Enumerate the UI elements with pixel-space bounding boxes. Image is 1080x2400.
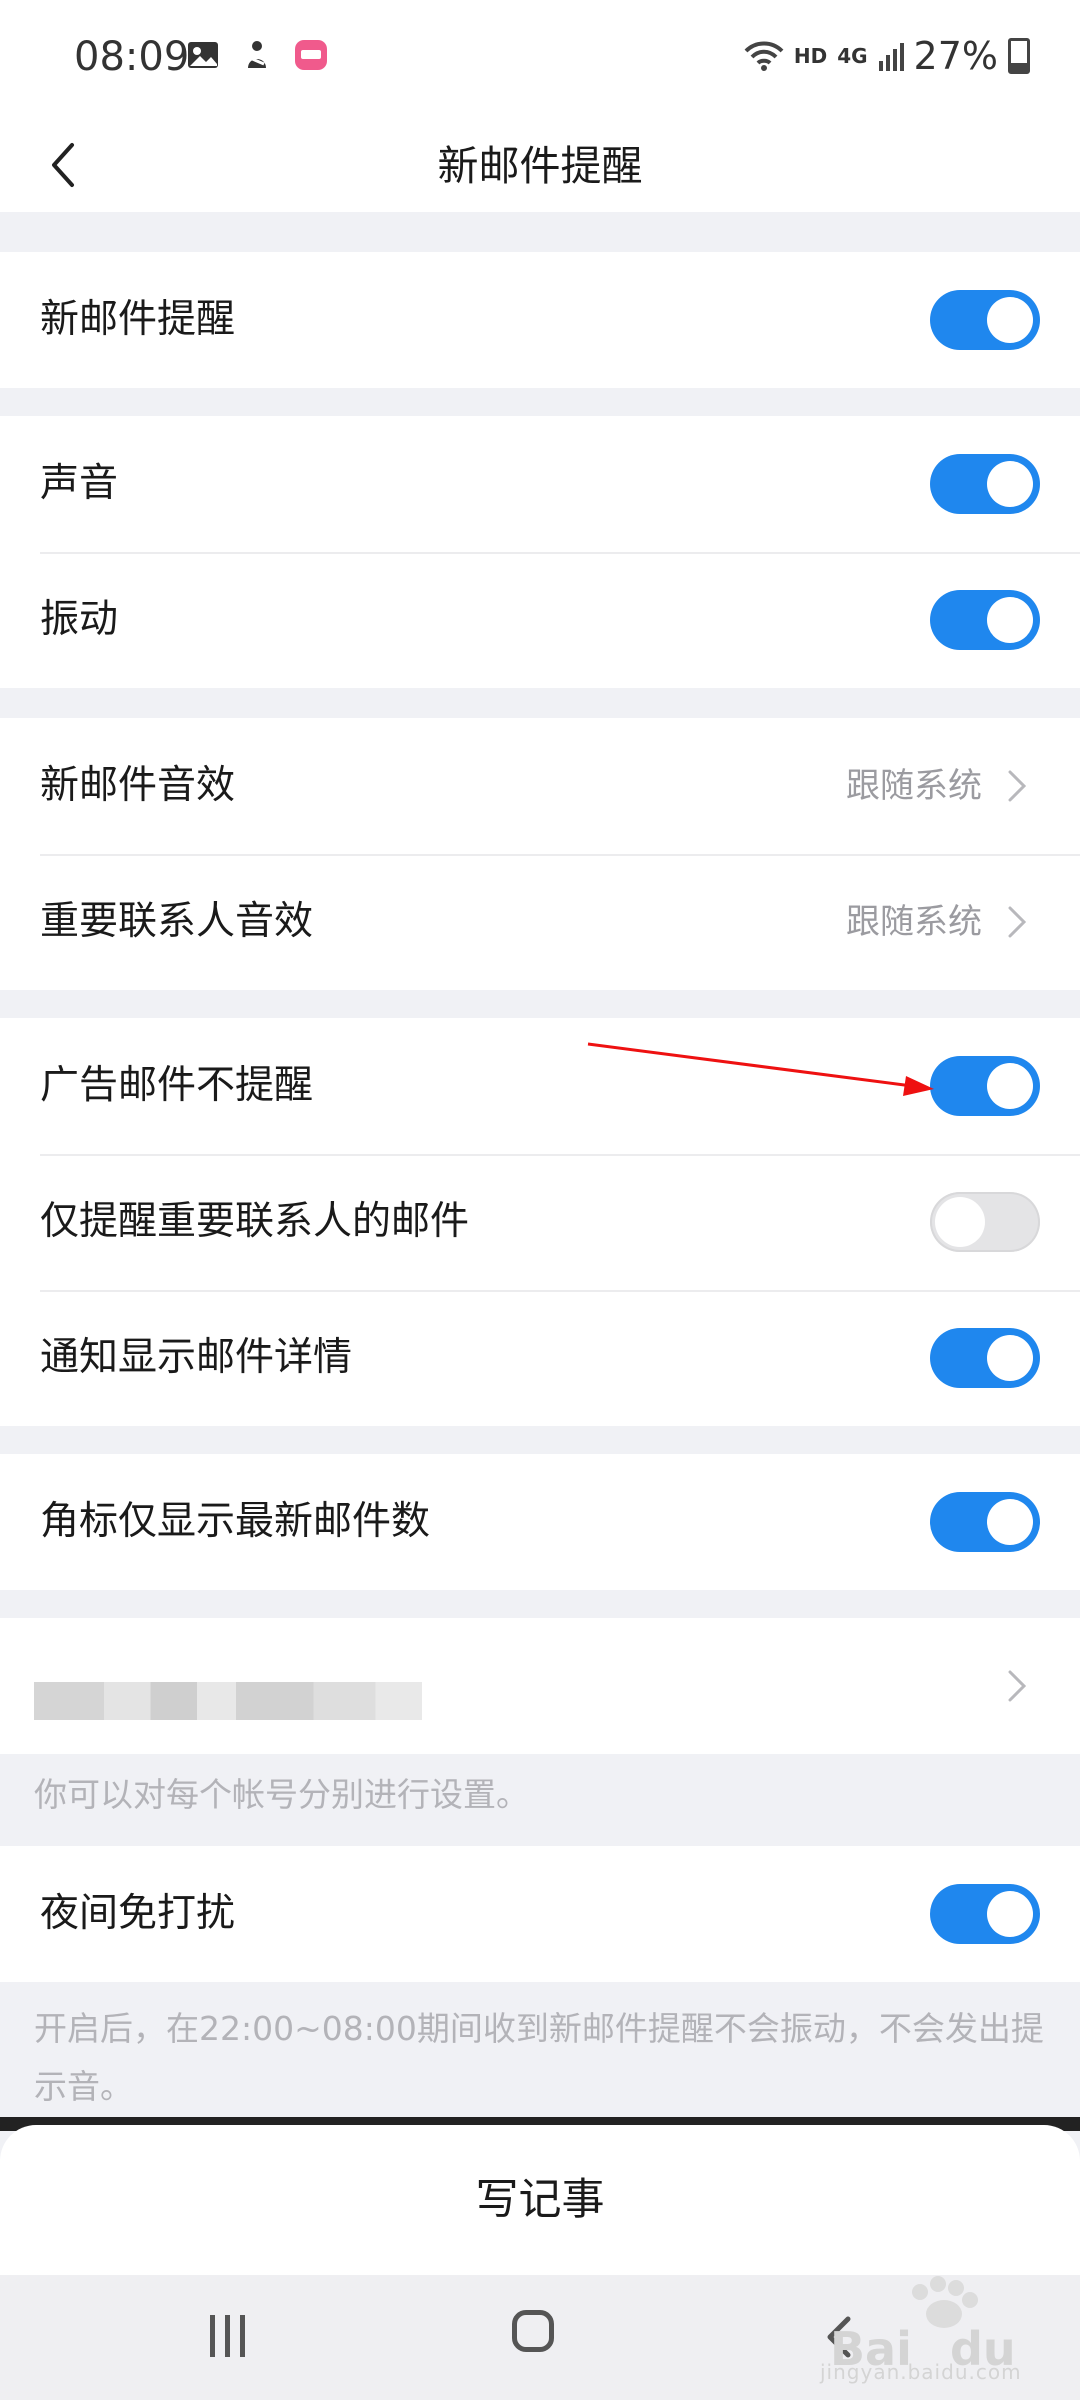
setting-row-vip-sound[interactable]: 重要联系人音效 跟随系统 (0, 854, 1080, 990)
status-time: 08:09 (74, 34, 190, 80)
group-new-mail: 新邮件提醒 (0, 252, 1080, 388)
setting-label: 通知显示邮件详情 (40, 1335, 353, 1380)
show-details-toggle[interactable] (930, 1328, 1040, 1388)
battery-icon (1008, 38, 1030, 74)
status-right: HD 4G 27% (744, 34, 1030, 78)
pink-app-icon (295, 40, 327, 70)
setting-label: 新邮件提醒 (40, 297, 236, 342)
setting-row-new-mail-sound[interactable]: 新邮件音效 跟随系统 (0, 718, 1080, 854)
setting-label: 广告邮件不提醒 (40, 1063, 314, 1108)
gallery-icon (188, 42, 218, 68)
status-bar: 08:09 HD 4G 27% (0, 0, 1080, 120)
setting-row-vibrate[interactable]: 振动 (0, 552, 1080, 688)
setting-row-new-mail-alert[interactable]: 新邮件提醒 (0, 252, 1080, 388)
setting-row-ad-mail[interactable]: 广告邮件不提醒 (0, 1018, 1080, 1154)
setting-label: 新邮件音效 (40, 763, 236, 808)
recent-apps-button[interactable] (210, 2315, 252, 2357)
network-indicator: 4G (837, 44, 868, 68)
vibrate-toggle[interactable] (930, 590, 1040, 650)
status-notification-icons (186, 38, 328, 72)
group-night: 夜间免打扰 (0, 1846, 1080, 1982)
chevron-right-icon (1008, 770, 1027, 802)
back-button[interactable] (28, 130, 98, 200)
group-badge: 角标仅显示最新邮件数 (0, 1454, 1080, 1590)
battery-percent: 27% (913, 34, 998, 78)
hd-indicator: HD (793, 44, 828, 68)
signal-icon (878, 43, 904, 71)
setting-row-sound[interactable]: 声音 (0, 416, 1080, 552)
group-account (0, 1618, 1080, 1754)
setting-row-vip-only[interactable]: 仅提醒重要联系人的邮件 (0, 1154, 1080, 1290)
setting-row-account[interactable] (0, 1618, 1080, 1754)
setting-label: 声音 (40, 461, 119, 506)
group-sound-effects: 新邮件音效 跟随系统 重要联系人音效 跟随系统 (0, 718, 1080, 990)
chevron-right-icon (1008, 1670, 1027, 1702)
ad-mail-no-alert-toggle[interactable] (930, 1056, 1040, 1116)
setting-label: 振动 (40, 597, 119, 642)
vip-only-toggle[interactable] (930, 1192, 1040, 1252)
app-icon (248, 41, 266, 68)
blurred-account-name (34, 1682, 422, 1720)
group-filters: 广告邮件不提醒 仅提醒重要联系人的邮件 通知显示邮件详情 (0, 1018, 1080, 1426)
setting-label: 仅提醒重要联系人的邮件 (40, 1199, 470, 1244)
wifi-icon (744, 41, 784, 71)
setting-label: 夜间免打扰 (40, 1891, 236, 1936)
group-sound-vibrate: 声音 振动 (0, 416, 1080, 688)
setting-value: 跟随系统 (846, 902, 982, 942)
sound-toggle[interactable] (930, 454, 1040, 514)
chevron-right-icon (1008, 906, 1027, 938)
setting-row-night-dnd[interactable]: 夜间免打扰 (0, 1846, 1080, 1982)
night-dnd-toggle[interactable] (930, 1884, 1040, 1944)
new-mail-alert-toggle[interactable] (930, 290, 1040, 350)
setting-row-badge[interactable]: 角标仅显示最新邮件数 (0, 1454, 1080, 1590)
badge-latest-toggle[interactable] (930, 1492, 1040, 1552)
chevron-left-icon (52, 143, 74, 187)
home-button[interactable] (512, 2310, 554, 2352)
watermark-url: jingyan.baidu.com (820, 2360, 1022, 2384)
write-note-button[interactable]: 写记事 (0, 2125, 1080, 2275)
setting-row-show-details[interactable]: 通知显示邮件详情 (0, 1290, 1080, 1426)
setting-value: 跟随系统 (846, 766, 982, 806)
page-header: 新邮件提醒 (0, 120, 1080, 212)
setting-label: 重要联系人音效 (40, 899, 314, 944)
bottom-sheet: 写记事 (0, 2125, 1080, 2275)
setting-label: 角标仅显示最新邮件数 (40, 1499, 431, 1544)
page-title: 新邮件提醒 (437, 142, 643, 190)
night-note: 开启后，在22:00~08:00期间收到新邮件提醒不会振动，不会发出提示音。 (34, 2009, 1044, 2106)
account-note: 你可以对每个帐号分别进行设置。 (34, 1775, 529, 1814)
